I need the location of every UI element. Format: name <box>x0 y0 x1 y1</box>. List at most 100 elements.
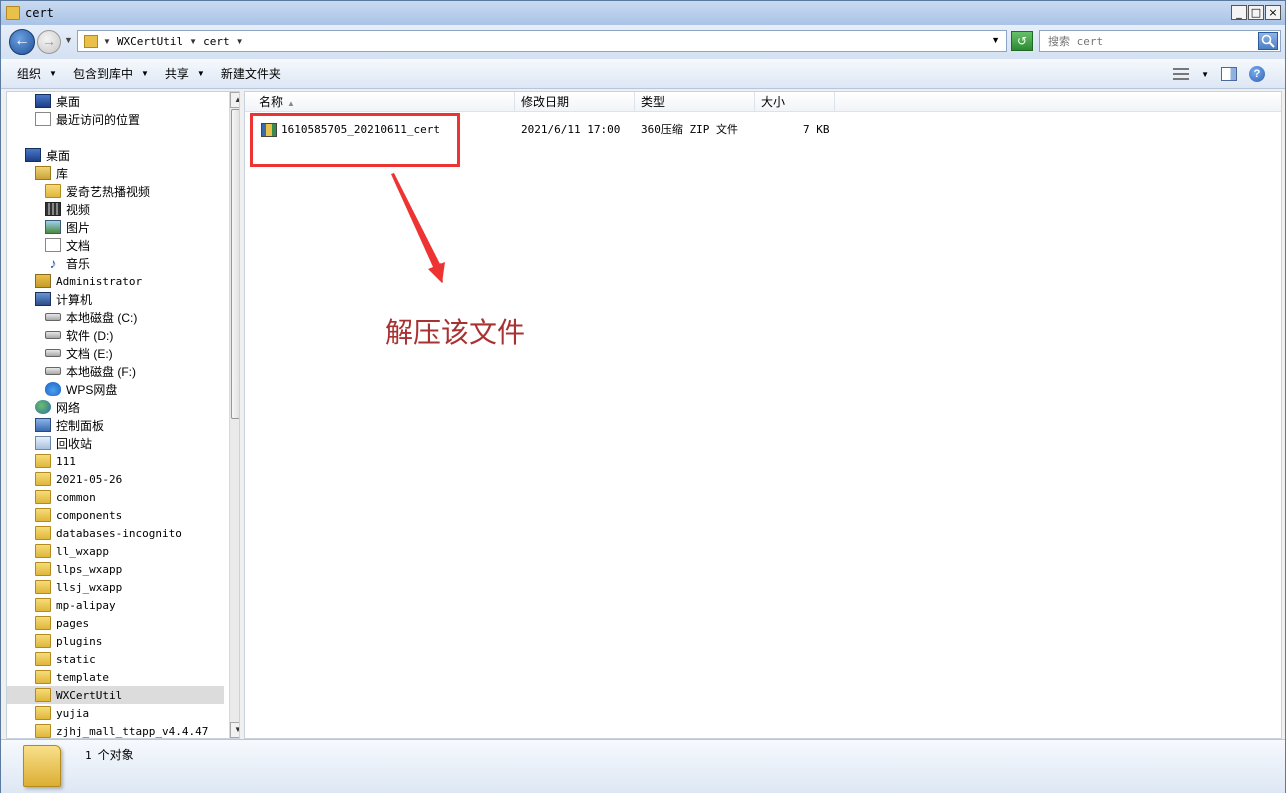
help-icon[interactable]: ? <box>1249 66 1265 82</box>
nav-item-folder[interactable]: llps_wxapp <box>35 560 122 578</box>
system-drive-icon <box>45 313 61 321</box>
folder-icon <box>35 652 51 666</box>
highlight-box <box>250 113 460 167</box>
nav-item-folder[interactable]: plugins <box>35 632 102 650</box>
folder-icon <box>35 490 51 504</box>
annotation-text: 解压该文件 <box>385 316 526 349</box>
command-bar: 组织 ▼ 包含到库中 ▼ 共享 ▼ 新建文件夹 ▼ ? <box>1 59 1285 89</box>
nav-scrollbar[interactable]: ▲ ▼ <box>229 92 239 738</box>
chevron-down-icon[interactable]: ▼ <box>103 37 111 46</box>
nav-item-folder[interactable]: 111 <box>35 452 76 470</box>
nav-item-folder[interactable]: static <box>35 650 96 668</box>
nav-item-drive-d[interactable]: 软件 (D:) <box>45 326 113 344</box>
column-size[interactable]: 大小 <box>755 92 835 112</box>
folder-icon <box>35 544 51 558</box>
control-panel-icon <box>35 418 51 432</box>
folder-icon <box>35 616 51 630</box>
nav-item-documents[interactable]: 文档 <box>45 236 90 254</box>
history-dropdown-icon[interactable]: ▼ <box>64 35 73 45</box>
status-text: 1 个对象 <box>85 746 134 763</box>
nav-item-desktop[interactable]: 桌面 <box>25 146 70 164</box>
nav-item-folder[interactable]: pages <box>35 614 89 632</box>
drive-icon <box>45 367 61 375</box>
explorer-window: cert _ □ × ← → ▼ ▼ WXCertUtil ▼ cert ▼ ▼… <box>0 0 1286 793</box>
organize-button[interactable]: 组织 ▼ <box>17 65 57 82</box>
nav-item-recycle-bin[interactable]: 回收站 <box>35 434 92 452</box>
new-folder-button[interactable]: 新建文件夹 <box>221 65 281 82</box>
nav-item-drive-e[interactable]: 文档 (E:) <box>45 344 113 362</box>
refresh-icon[interactable]: ↺ <box>1011 31 1033 51</box>
nav-item-folder[interactable]: zjhj_mall_ttapp_v4.4.47 <box>35 722 208 738</box>
nav-item-folder[interactable]: components <box>35 506 122 524</box>
drive-icon <box>45 349 61 357</box>
folder-icon <box>35 688 51 702</box>
chevron-down-icon[interactable]: ▼ <box>236 37 244 46</box>
address-bar[interactable]: ▼ WXCertUtil ▼ cert ▼ ▼ <box>77 30 1007 52</box>
folder-icon <box>35 634 51 648</box>
nav-item-desktop-fav[interactable]: 桌面 <box>35 92 80 110</box>
column-type[interactable]: 类型 <box>635 92 755 112</box>
file-type: 360压缩 ZIP 文件 <box>641 123 738 136</box>
folder-icon <box>45 184 61 198</box>
title-bar[interactable]: cert _ □ × <box>1 1 1285 25</box>
library-icon <box>35 166 51 180</box>
back-button[interactable]: ← <box>9 29 35 55</box>
cloud-icon <box>45 382 61 396</box>
search-box[interactable] <box>1039 30 1281 52</box>
breadcrumb-cert[interactable]: cert <box>203 35 230 48</box>
nav-item-folder[interactable]: common <box>35 488 96 506</box>
search-icon[interactable] <box>1258 32 1278 50</box>
file-modified: 2021/6/11 17:00 <box>521 123 621 136</box>
column-name[interactable]: 名称 ▲ <box>253 92 515 112</box>
folder-icon <box>35 724 51 738</box>
nav-item-network[interactable]: 网络 <box>35 398 80 416</box>
nav-item-iqiyi[interactable]: 爱奇艺热播视频 <box>45 182 150 200</box>
nav-item-drive-f[interactable]: 本地磁盘 (F:) <box>45 362 136 380</box>
nav-item-library[interactable]: 库 <box>35 164 68 182</box>
scroll-thumb[interactable] <box>231 109 239 419</box>
folder-icon <box>35 598 51 612</box>
nav-item-folder[interactable]: 2021-05-26 <box>35 470 122 488</box>
maximize-button[interactable]: □ <box>1248 5 1264 20</box>
nav-item-folder[interactable]: databases-incognito <box>35 524 182 542</box>
folder-icon <box>23 745 61 787</box>
nav-item-folder[interactable]: template <box>35 668 109 686</box>
music-icon: ♪ <box>49 255 57 271</box>
search-input[interactable] <box>1048 31 1258 51</box>
file-list-pane[interactable]: 名称 ▲ 修改日期 类型 大小 1610585705_20210611_cert … <box>244 91 1282 739</box>
recent-places-icon <box>35 112 51 126</box>
column-modified[interactable]: 修改日期 <box>515 92 635 112</box>
include-library-button[interactable]: 包含到库中 ▼ <box>73 65 149 82</box>
nav-item-wps-cloud[interactable]: WPS网盘 <box>45 380 117 398</box>
folder-icon <box>84 34 98 48</box>
nav-item-folder[interactable]: ll_wxapp <box>35 542 109 560</box>
desktop-icon <box>35 94 51 108</box>
share-button[interactable]: 共享 ▼ <box>165 65 205 82</box>
minimize-button[interactable]: _ <box>1231 5 1247 20</box>
nav-item-folder[interactable]: yujia <box>35 704 89 722</box>
nav-item-folder[interactable]: llsj_wxapp <box>35 578 122 596</box>
nav-item-recent[interactable]: 最近访问的位置 <box>35 110 140 128</box>
address-dropdown-icon[interactable]: ▼ <box>991 35 1000 45</box>
view-options-icon[interactable] <box>1173 68 1190 80</box>
preview-pane-icon[interactable] <box>1221 67 1237 81</box>
nav-item-computer[interactable]: 计算机 <box>35 290 92 308</box>
chevron-down-icon[interactable]: ▼ <box>1201 70 1209 79</box>
nav-item-control-panel[interactable]: 控制面板 <box>35 416 104 434</box>
forward-button[interactable]: → <box>37 30 61 54</box>
chevron-down-icon[interactable]: ▼ <box>189 37 197 46</box>
nav-item-pictures[interactable]: 图片 <box>45 218 90 236</box>
item-count-label: 个对象 <box>97 748 134 762</box>
nav-item-administrator[interactable]: Administrator <box>35 272 142 290</box>
nav-item-drive-c[interactable]: 本地磁盘 (C:) <box>45 308 137 326</box>
breadcrumb-wxcertutil[interactable]: WXCertUtil <box>117 35 183 48</box>
nav-item-music[interactable]: ♪ 音乐 <box>45 254 91 272</box>
scroll-down-icon[interactable]: ▼ <box>230 722 239 738</box>
close-button[interactable]: × <box>1265 5 1281 20</box>
nav-item-folder-selected[interactable]: WXCertUtil <box>7 686 224 704</box>
scroll-up-icon[interactable]: ▲ <box>230 92 239 108</box>
nav-item-videos[interactable]: 视频 <box>45 200 90 218</box>
navigation-pane: 桌面 最近访问的位置 桌面 库 爱奇艺热播视频 视频 图片 文档 ♪ 音乐 Adm… <box>6 91 240 739</box>
nav-item-folder[interactable]: mp-alipay <box>35 596 116 614</box>
chevron-down-icon: ▼ <box>140 69 149 78</box>
